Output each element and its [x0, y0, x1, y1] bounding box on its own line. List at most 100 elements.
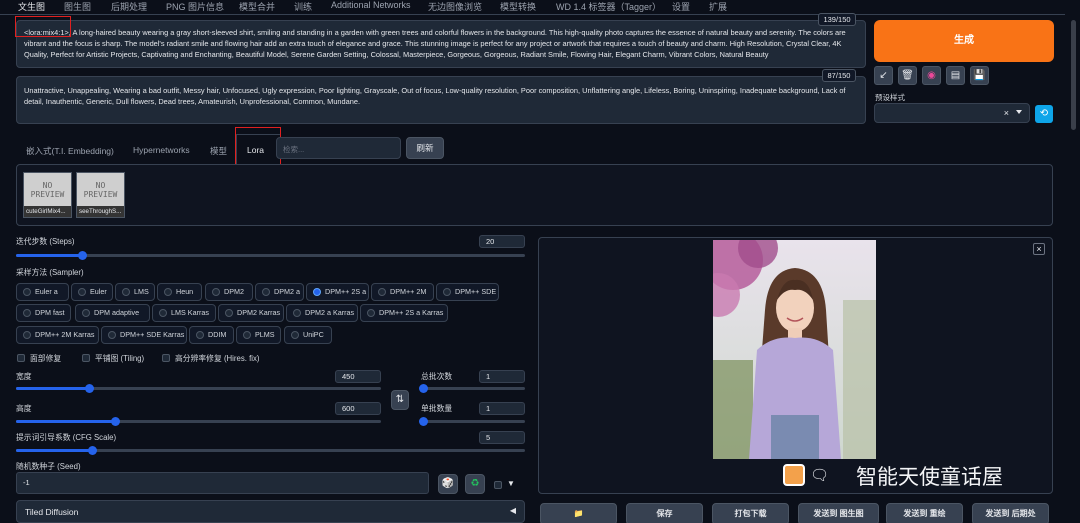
batch-size-label: 单批数量	[421, 404, 453, 413]
height-slider-knob[interactable]	[110, 417, 120, 426]
steps-slider-knob[interactable]	[78, 251, 88, 260]
tab-tagger[interactable]: WD 1.4 标签器（Tagger）	[556, 0, 661, 13]
tab-train[interactable]: 训练	[294, 0, 312, 13]
cfg-slider-fill	[16, 449, 93, 452]
sampler-option[interactable]: DPM2 a	[255, 283, 304, 301]
sampler-option[interactable]: LMS	[115, 283, 155, 301]
clipboard-icon[interactable]: ▤	[946, 66, 965, 85]
height-input[interactable]: 600	[335, 402, 381, 415]
save-button[interactable]: 保存	[626, 503, 703, 523]
lora-card[interactable]: NO PREVIEW seeThroughS...	[76, 172, 125, 218]
tab-png-info[interactable]: PNG 图片信息	[166, 0, 224, 13]
width-input[interactable]: 450	[335, 370, 381, 383]
random-seed-icon[interactable]: 🎲	[438, 474, 458, 494]
no-preview-text: NO PREVIEW	[83, 181, 118, 199]
batch-size-slider[interactable]	[419, 417, 525, 426]
negative-prompt-textarea[interactable]: Unattractive, Unappealing, Wearing a bad…	[16, 76, 866, 124]
lora-card[interactable]: NO PREVIEW cuteGirlMix4...	[23, 172, 72, 218]
extra-networks-icon[interactable]: ◉	[922, 66, 941, 85]
extra-seed-checkbox[interactable]	[494, 481, 502, 489]
trash-icon[interactable]: 🗑	[898, 66, 917, 85]
send-to-img2img-button[interactable]: 发送到 图生图	[798, 503, 879, 523]
tab-image-browser[interactable]: 无边图像浏览	[428, 0, 482, 13]
search-input[interactable]: 检索...	[276, 137, 401, 159]
tab-checkpoint-merger[interactable]: 模型合并	[239, 0, 275, 13]
avatar	[783, 464, 805, 486]
tab-hypernetworks[interactable]: Hypernetworks	[133, 145, 190, 155]
send-to-extras-button[interactable]: 发送到 后期处	[972, 503, 1049, 523]
chevron-down-icon[interactable]	[1016, 110, 1022, 114]
reuse-seed-icon[interactable]: ♻	[465, 474, 485, 494]
swap-dimensions-icon[interactable]: ⇅	[391, 390, 409, 410]
sampler-option[interactable]: DPM2	[205, 283, 253, 301]
sampler-option[interactable]: DPM++ SDE Karras	[101, 326, 187, 344]
cfg-slider[interactable]	[16, 446, 525, 455]
sampler-option[interactable]: UniPC	[284, 326, 332, 344]
refresh-button[interactable]: 刷新	[406, 137, 444, 159]
steps-slider[interactable]	[16, 251, 525, 260]
generated-image[interactable]	[713, 240, 876, 459]
positive-prompt-text: , A long-haired beauty wearing a gray sh…	[24, 28, 846, 59]
tab-img2img[interactable]: 图生图	[64, 0, 91, 13]
zip-download-button[interactable]: 打包下载	[712, 503, 789, 523]
tab-model-converter[interactable]: 模型转换	[500, 0, 536, 13]
read-params-icon[interactable]: ↙	[874, 66, 893, 85]
sampler-option[interactable]: DDIM	[189, 326, 234, 344]
sampler-option-selected[interactable]: DPM++ 2S a	[306, 283, 369, 301]
extra-seed-toggle-icon[interactable]: ▼	[507, 479, 515, 488]
tab-embedding[interactable]: 嵌入式(T.I. Embedding)	[26, 145, 114, 157]
batch-count-slider[interactable]	[419, 384, 525, 393]
clear-icon[interactable]: ×	[1004, 108, 1009, 118]
sampler-option[interactable]: Euler a	[16, 283, 69, 301]
seed-label: 随机数种子 (Seed)	[16, 462, 81, 471]
sampler-option[interactable]: DPM++ 2S a Karras	[360, 304, 448, 322]
close-icon[interactable]: ×	[1033, 243, 1045, 255]
generate-button[interactable]: 生成	[874, 20, 1054, 62]
apply-style-icon[interactable]: ⟲	[1035, 105, 1053, 123]
tab-models[interactable]: 模型	[210, 145, 227, 157]
sampler-option[interactable]: DPM++ SDE	[436, 283, 499, 301]
sampler-option[interactable]: DPM2 a Karras	[286, 304, 358, 322]
steps-input[interactable]: 20	[479, 235, 525, 248]
open-folder-icon[interactable]: 📁	[540, 503, 617, 523]
sampler-option[interactable]: Heun	[157, 283, 202, 301]
positive-prompt-textarea[interactable]: <lora:mix4:1>, A long-haired beauty wear…	[16, 20, 866, 68]
steps-slider-fill	[16, 254, 83, 257]
preset-style-dropdown[interactable]: ×	[874, 103, 1030, 123]
sampler-option[interactable]: DPM++ 2M Karras	[16, 326, 99, 344]
watermark-text: 智能天使童话屋	[856, 465, 1003, 489]
tab-extensions[interactable]: 扩展	[709, 0, 727, 13]
restore-faces-checkbox[interactable]	[17, 354, 25, 362]
sampler-option[interactable]: LMS Karras	[152, 304, 216, 322]
send-to-inpaint-button[interactable]: 发送到 重绘	[886, 503, 963, 523]
width-slider-knob[interactable]	[85, 384, 94, 393]
tab-additional-networks[interactable]: Additional Networks	[331, 0, 411, 10]
page-scrollbar[interactable]	[1071, 20, 1076, 130]
lora-cards-panel	[16, 164, 1053, 226]
save-style-icon[interactable]: 💾	[970, 66, 989, 85]
width-slider[interactable]	[16, 384, 381, 393]
batch-size-input[interactable]: 1	[479, 402, 525, 415]
negative-prompt-text: Unattractive, Unappealing, Wearing a bad…	[24, 86, 846, 106]
tiling-checkbox[interactable]	[82, 354, 90, 362]
sampler-option[interactable]: DPM fast	[16, 304, 71, 322]
seed-input[interactable]: -1	[16, 472, 429, 494]
hires-fix-checkbox[interactable]	[162, 354, 170, 362]
tab-settings[interactable]: 设置	[672, 0, 690, 13]
height-slider[interactable]	[16, 417, 381, 426]
sampler-option[interactable]: DPM adaptive	[75, 304, 150, 322]
cfg-slider-knob[interactable]	[88, 446, 98, 455]
tab-extras[interactable]: 后期处理	[111, 0, 147, 13]
collapse-icon[interactable]: ◀	[510, 506, 516, 515]
sampler-option[interactable]: Euler	[71, 283, 113, 301]
sampler-option[interactable]: PLMS	[236, 326, 281, 344]
batch-size-slider-knob[interactable]	[419, 417, 428, 426]
tiled-diffusion-accordion[interactable]: Tiled Diffusion ◀	[16, 500, 525, 523]
sampler-label: 采样方法 (Sampler)	[16, 268, 84, 277]
sampler-option[interactable]: DPM2 Karras	[218, 304, 284, 322]
tab-txt2img[interactable]: 文生图	[18, 0, 45, 13]
batch-count-input[interactable]: 1	[479, 370, 525, 383]
cfg-input[interactable]: 5	[479, 431, 525, 444]
batch-count-slider-knob[interactable]	[419, 384, 428, 393]
sampler-option[interactable]: DPM++ 2M	[371, 283, 434, 301]
